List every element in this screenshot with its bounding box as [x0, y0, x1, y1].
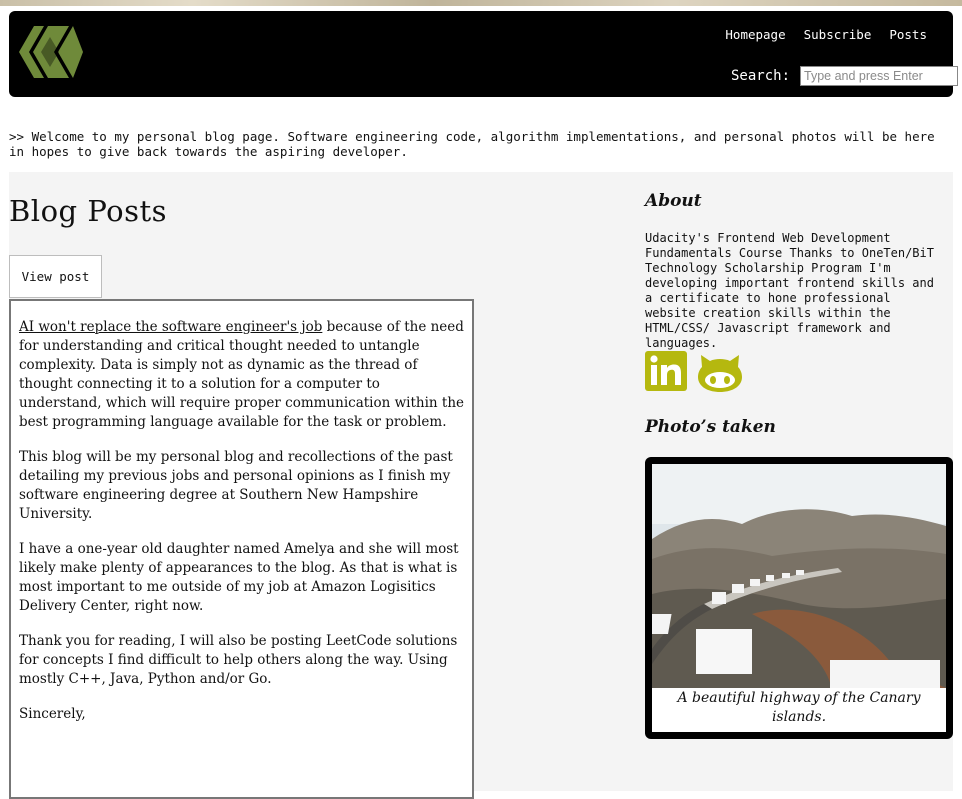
- search-label: Search:: [731, 68, 791, 84]
- about-heading: About: [645, 191, 702, 211]
- search-area: Search:: [731, 66, 959, 86]
- post-paragraph-1-text: because of the need for understanding an…: [19, 319, 465, 430]
- about-text: Udacity's Frontend Web Development Funda…: [645, 231, 934, 350]
- social-links: [645, 351, 743, 397]
- linkedin-icon[interactable]: [645, 351, 689, 397]
- post-paragraph-2: This blog will be my personal blog and r…: [19, 449, 453, 522]
- nav-posts-link[interactable]: Posts: [889, 27, 927, 42]
- photo-card: A beautiful highway of the Canary island…: [645, 457, 953, 739]
- nav-subscribe-link[interactable]: Subscribe: [804, 27, 872, 42]
- post-paragraph-4: Thank you for reading, I will also be po…: [19, 633, 458, 687]
- search-input[interactable]: [800, 66, 959, 86]
- welcome-message: >> Welcome to my personal blog page. Sof…: [9, 129, 935, 159]
- photos-heading: Photo’s taken: [645, 417, 776, 437]
- post-signoff: Sincerely,: [19, 706, 86, 722]
- site-header: Homepage Subscribe Posts Search:: [9, 11, 959, 97]
- main-content: Blog Posts View post AI won't replace th…: [9, 172, 953, 799]
- nav-homepage-link[interactable]: Homepage: [725, 27, 785, 42]
- page-title: Blog Posts: [9, 194, 168, 228]
- blog-post[interactable]: AI won't replace the software engineer's…: [9, 299, 474, 799]
- main-menu: Homepage Subscribe Posts: [725, 27, 927, 42]
- post-paragraph-3: I have a one-year old daughter named Ame…: [19, 541, 459, 614]
- post-title-link[interactable]: AI won't replace the software engineer's…: [19, 319, 322, 335]
- photo-caption: A beautiful highway of the Canary island…: [677, 690, 921, 725]
- view-post-button[interactable]: View post: [9, 255, 102, 298]
- github-icon[interactable]: [697, 351, 743, 397]
- canary-islands-photo: [652, 464, 946, 688]
- post-paragraph-1: AI won't replace the software engineer's…: [19, 318, 464, 432]
- hive-logo-icon[interactable]: [19, 23, 83, 81]
- background-strip: [0, 0, 962, 6]
